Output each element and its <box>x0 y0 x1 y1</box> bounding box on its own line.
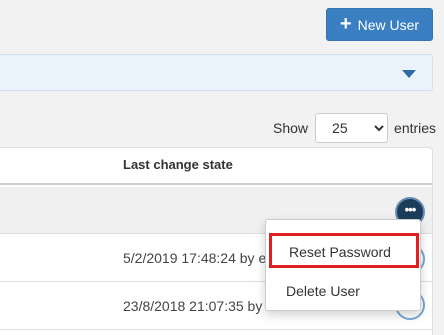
filter-panel-toggle[interactable] <box>0 54 433 91</box>
caret-down-icon <box>402 70 416 78</box>
page-size-select[interactable]: 25 <box>315 113 389 143</box>
column-header-last-change-state[interactable]: Last change state <box>123 157 233 172</box>
table-header: Last change state <box>0 148 432 185</box>
last-change-state-cell: 23/8/2018 21:07:35 by <box>123 298 263 314</box>
new-user-button[interactable]: + New User <box>326 8 433 41</box>
page-size-control: Show 25 entries <box>273 113 436 143</box>
reset-password-menu-item[interactable]: Reset Password <box>269 233 419 268</box>
last-change-state-cell: 5/2/2019 17:48:24 by e <box>123 250 267 266</box>
plus-icon: + <box>339 12 352 35</box>
more-icon: ••• <box>404 201 417 217</box>
delete-user-menu-item[interactable]: Delete User <box>266 276 420 306</box>
show-label: Show <box>273 120 309 136</box>
row-actions-menu: Reset Password Delete User <box>265 219 421 311</box>
entries-label: entries <box>394 120 437 136</box>
new-user-label: New User <box>357 16 420 33</box>
